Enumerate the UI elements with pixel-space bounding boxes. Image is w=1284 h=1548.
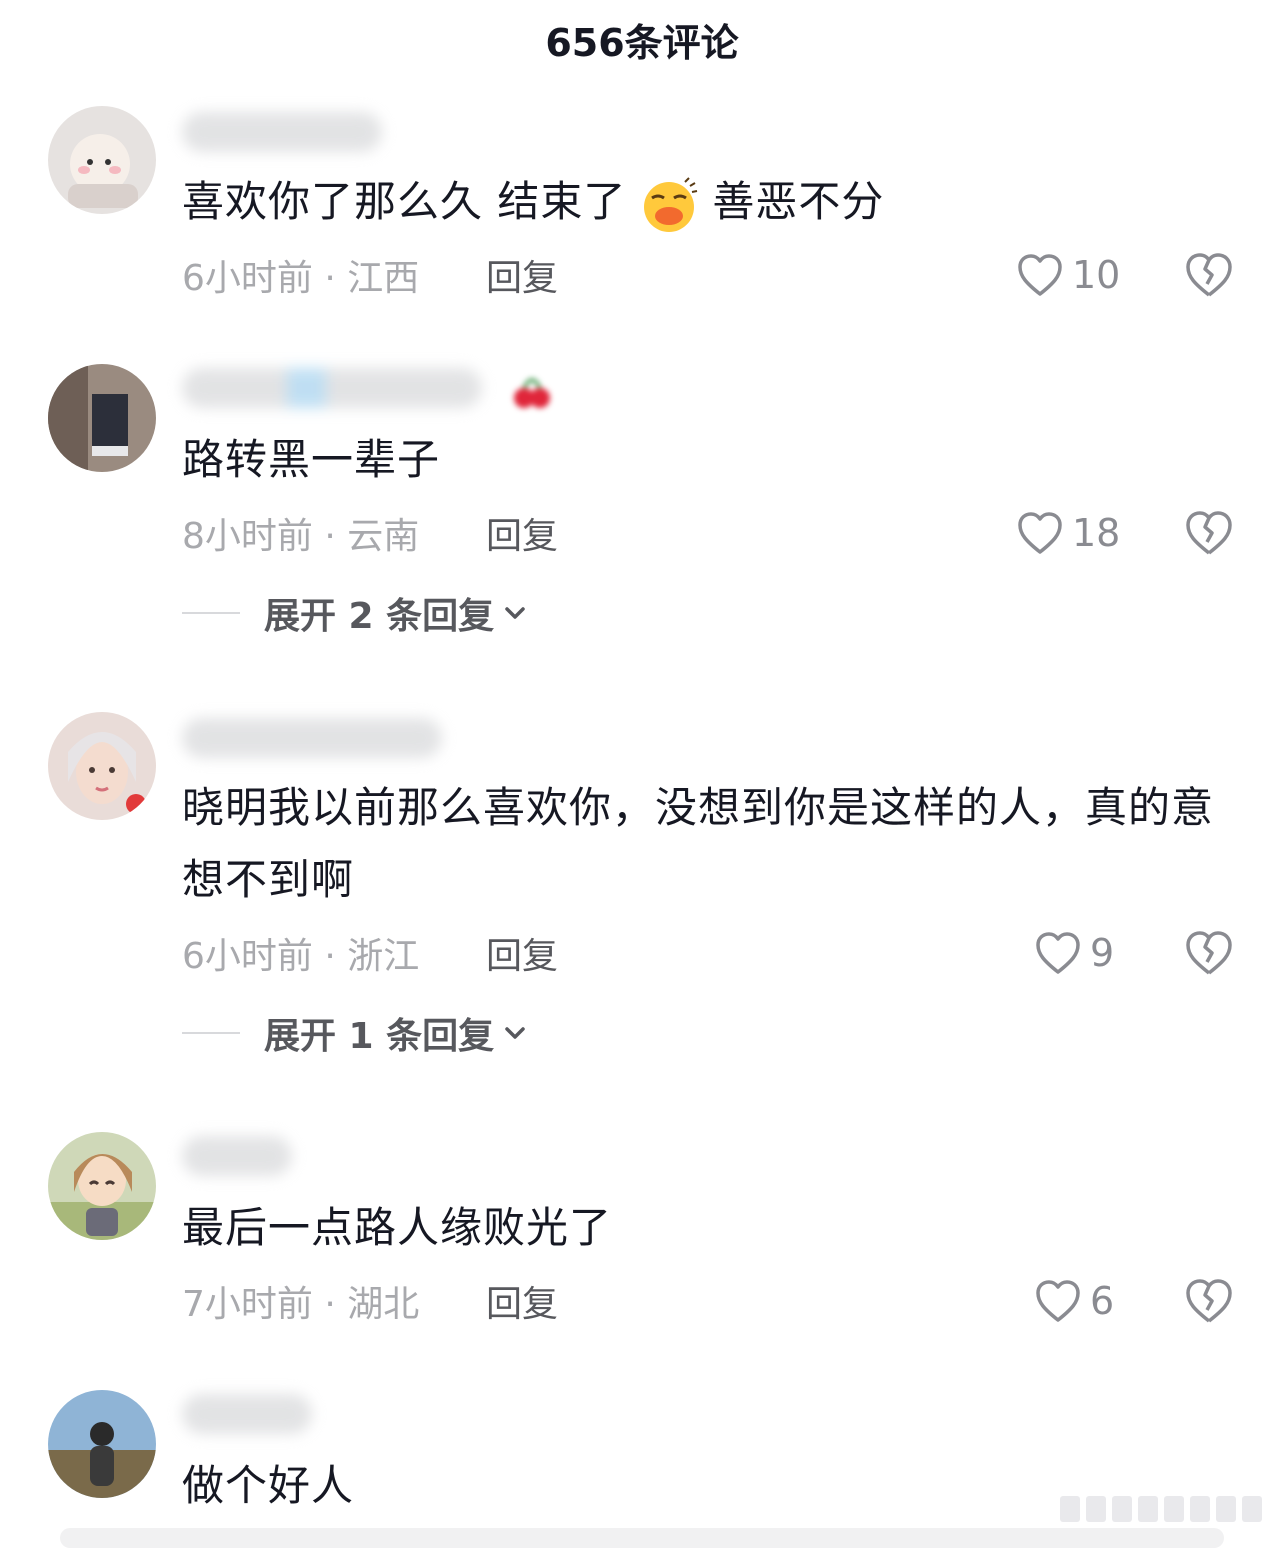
comments-count-title: 656条评论 bbox=[545, 20, 739, 65]
watermark bbox=[1060, 1496, 1262, 1522]
reply-button[interactable]: 回复 bbox=[486, 508, 558, 558]
reply-button[interactable]: 回复 bbox=[486, 1276, 558, 1326]
chevron-down-icon bbox=[505, 1027, 525, 1039]
username-blurred[interactable] bbox=[182, 368, 482, 408]
cherry-badge-icon bbox=[510, 370, 554, 410]
like-count: 6 bbox=[1090, 1279, 1115, 1323]
username-blurred[interactable] bbox=[182, 112, 382, 152]
like-count: 18 bbox=[1072, 511, 1121, 555]
comment-time-location: 6小时前 · 江西 bbox=[182, 258, 420, 299]
username-blurred[interactable] bbox=[182, 718, 442, 758]
bottom-input-bar[interactable] bbox=[60, 1528, 1224, 1548]
like-button[interactable]: 9 bbox=[1034, 928, 1114, 978]
comment-text: 路转黑一辈子 bbox=[182, 435, 441, 484]
comment-text-part: 喜欢你了那么久 结束了 bbox=[182, 177, 627, 226]
reply-button[interactable]: 回复 bbox=[486, 928, 558, 978]
divider bbox=[182, 612, 240, 614]
comment-text: 最后一点路人缘败光了 bbox=[182, 1203, 613, 1252]
comment-text: 喜欢你了那么久 结束了 善恶不分 bbox=[182, 166, 1242, 238]
comment-time-location: 6小时前 · 浙江 bbox=[182, 936, 420, 977]
comment-time-location: 7小时前 · 湖北 bbox=[182, 1284, 420, 1325]
heart-outline-icon bbox=[1018, 254, 1062, 296]
heart-outline-icon bbox=[1018, 512, 1062, 554]
laughing-face-emoji bbox=[644, 176, 698, 232]
heart-outline-icon bbox=[1036, 932, 1080, 974]
broken-heart-icon[interactable] bbox=[1184, 508, 1234, 558]
heart-outline-icon bbox=[1036, 1280, 1080, 1322]
broken-heart-icon[interactable] bbox=[1184, 1276, 1234, 1326]
divider bbox=[182, 1032, 240, 1034]
avatar[interactable] bbox=[48, 106, 156, 214]
like-count: 10 bbox=[1072, 253, 1121, 297]
avatar[interactable] bbox=[48, 1132, 156, 1240]
comment-text: 晓明我以前那么喜欢你，没想到你是这样的人，真的意想不到啊 bbox=[182, 783, 1215, 904]
avatar[interactable] bbox=[48, 712, 156, 820]
like-button[interactable]: 18 bbox=[1016, 508, 1120, 558]
like-button[interactable]: 10 bbox=[1016, 250, 1120, 300]
like-button[interactable]: 6 bbox=[1034, 1276, 1114, 1326]
avatar[interactable] bbox=[48, 1390, 156, 1498]
username-blurred[interactable] bbox=[182, 1136, 292, 1176]
chevron-down-icon bbox=[505, 607, 525, 619]
expand-replies-label: 展开 1 条回复 bbox=[264, 1016, 495, 1057]
expand-replies-button[interactable]: 展开 1 条回复 bbox=[182, 1008, 530, 1058]
broken-heart-icon[interactable] bbox=[1184, 928, 1234, 978]
expand-replies-button[interactable]: 展开 2 条回复 bbox=[182, 588, 530, 638]
reply-button[interactable]: 回复 bbox=[486, 250, 558, 300]
broken-heart-icon[interactable] bbox=[1184, 250, 1234, 300]
avatar[interactable] bbox=[48, 364, 156, 472]
username-blurred[interactable] bbox=[182, 1394, 312, 1434]
expand-replies-label: 展开 2 条回复 bbox=[264, 596, 495, 637]
like-count: 9 bbox=[1090, 931, 1115, 975]
comment-time-location: 8小时前 · 云南 bbox=[182, 516, 420, 557]
comment-text-part: 善恶不分 bbox=[712, 177, 885, 226]
